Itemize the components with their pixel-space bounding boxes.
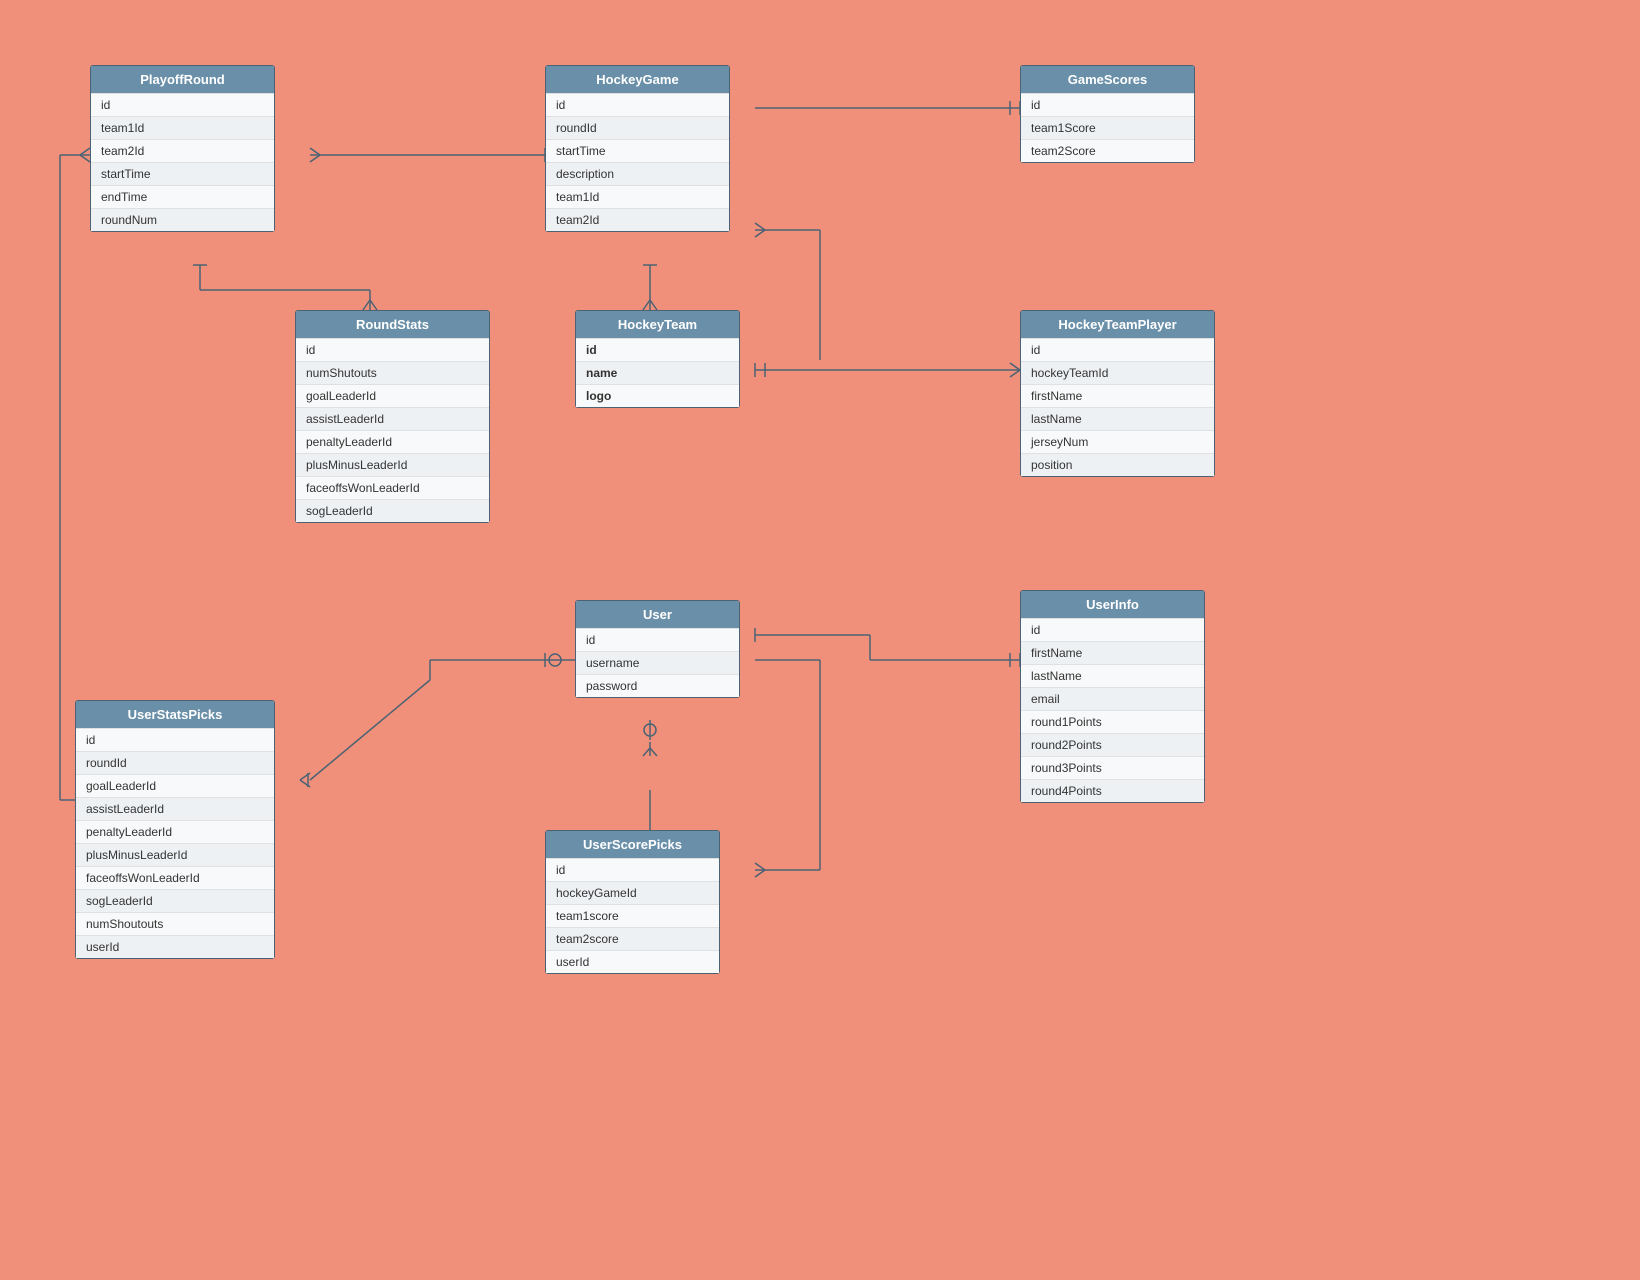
field-htp-id: id [1021, 338, 1214, 361]
field-htp-firstname: firstName [1021, 384, 1214, 407]
field-pr-id: id [91, 93, 274, 116]
field-pr-roundnum: roundNum [91, 208, 274, 231]
field-pr-starttime: startTime [91, 162, 274, 185]
field-pr-team1id: team1Id [91, 116, 274, 139]
field-uscp-id: id [546, 858, 719, 881]
field-uscp-userid: userId [546, 950, 719, 973]
field-u-password: password [576, 674, 739, 697]
field-hg-starttime: startTime [546, 139, 729, 162]
field-gs-team2score: team2Score [1021, 139, 1194, 162]
table-header-round-stats: RoundStats [296, 311, 489, 338]
field-hg-team2id: team2Id [546, 208, 729, 231]
table-header-hockey-team-player: HockeyTeamPlayer [1021, 311, 1214, 338]
field-htp-hockeyteamid: hockeyTeamId [1021, 361, 1214, 384]
diagram-container: PlayoffRound id team1Id team2Id startTim… [0, 0, 1640, 1280]
table-header-user-info: UserInfo [1021, 591, 1204, 618]
field-ui-firstname: firstName [1021, 641, 1204, 664]
field-uscp-team2score: team2score [546, 927, 719, 950]
field-usp-faceoffswonleaderid: faceoffsWonLeaderId [76, 866, 274, 889]
field-ui-id: id [1021, 618, 1204, 641]
field-uscp-team1score: team1score [546, 904, 719, 927]
field-u-id: id [576, 628, 739, 651]
field-pr-team2id: team2Id [91, 139, 274, 162]
field-usp-plusminusleaderid: plusMinusLeaderId [76, 843, 274, 866]
field-usp-assistleaderid: assistLeaderId [76, 797, 274, 820]
field-rs-penaltyleaderid: penaltyLeaderId [296, 430, 489, 453]
field-htp-position: position [1021, 453, 1214, 476]
field-hg-description: description [546, 162, 729, 185]
field-rs-numshutouts: numShutouts [296, 361, 489, 384]
field-ui-round1points: round1Points [1021, 710, 1204, 733]
field-htp-lastname: lastName [1021, 407, 1214, 430]
field-rs-sogleaderid: sogLeaderId [296, 499, 489, 522]
field-rs-plusminusleaderid: plusMinusLeaderId [296, 453, 489, 476]
field-pr-endtime: endTime [91, 185, 274, 208]
field-rs-faceoffswonleaderid: faceoffsWonLeaderId [296, 476, 489, 499]
table-header-hockey-team: HockeyTeam [576, 311, 739, 338]
field-usp-goalleaderid: goalLeaderId [76, 774, 274, 797]
field-gs-team1score: team1Score [1021, 116, 1194, 139]
field-rs-assistleaderid: assistLeaderId [296, 407, 489, 430]
table-user-info: UserInfo id firstName lastName email rou… [1020, 590, 1205, 803]
field-ui-round2points: round2Points [1021, 733, 1204, 756]
table-header-game-scores: GameScores [1021, 66, 1194, 93]
table-header-playoff-round: PlayoffRound [91, 66, 274, 93]
field-u-username: username [576, 651, 739, 674]
field-gs-id: id [1021, 93, 1194, 116]
field-usp-userid: userId [76, 935, 274, 958]
table-user-score-picks: UserScorePicks id hockeyGameId team1scor… [545, 830, 720, 974]
field-hg-roundid: roundId [546, 116, 729, 139]
field-usp-penaltyleaderid: penaltyLeaderId [76, 820, 274, 843]
table-hockey-team-player: HockeyTeamPlayer id hockeyTeamId firstNa… [1020, 310, 1215, 477]
field-usp-sogleaderid: sogLeaderId [76, 889, 274, 912]
field-htp-jerseynum: jerseyNum [1021, 430, 1214, 453]
table-hockey-team: HockeyTeam id name logo [575, 310, 740, 408]
field-rs-goalleaderid: goalLeaderId [296, 384, 489, 407]
field-usp-numshoutouts: numShoutouts [76, 912, 274, 935]
field-hg-id: id [546, 93, 729, 116]
field-usp-roundid: roundId [76, 751, 274, 774]
field-ui-email: email [1021, 687, 1204, 710]
table-header-hockey-game: HockeyGame [546, 66, 729, 93]
table-header-user-stats-picks: UserStatsPicks [76, 701, 274, 728]
field-ht-name: name [576, 361, 739, 384]
field-hg-team1id: team1Id [546, 185, 729, 208]
table-user: User id username password [575, 600, 740, 698]
field-ht-id: id [576, 338, 739, 361]
table-header-user-score-picks: UserScorePicks [546, 831, 719, 858]
field-usp-id: id [76, 728, 274, 751]
table-header-user: User [576, 601, 739, 628]
table-game-scores: GameScores id team1Score team2Score [1020, 65, 1195, 163]
table-round-stats: RoundStats id numShutouts goalLeaderId a… [295, 310, 490, 523]
field-ui-round4points: round4Points [1021, 779, 1204, 802]
table-user-stats-picks: UserStatsPicks id roundId goalLeaderId a… [75, 700, 275, 959]
field-rs-id: id [296, 338, 489, 361]
field-uscp-hockeygameid: hockeyGameId [546, 881, 719, 904]
field-ht-logo: logo [576, 384, 739, 407]
table-playoff-round: PlayoffRound id team1Id team2Id startTim… [90, 65, 275, 232]
field-ui-lastname: lastName [1021, 664, 1204, 687]
field-ui-round3points: round3Points [1021, 756, 1204, 779]
table-hockey-game: HockeyGame id roundId startTime descript… [545, 65, 730, 232]
